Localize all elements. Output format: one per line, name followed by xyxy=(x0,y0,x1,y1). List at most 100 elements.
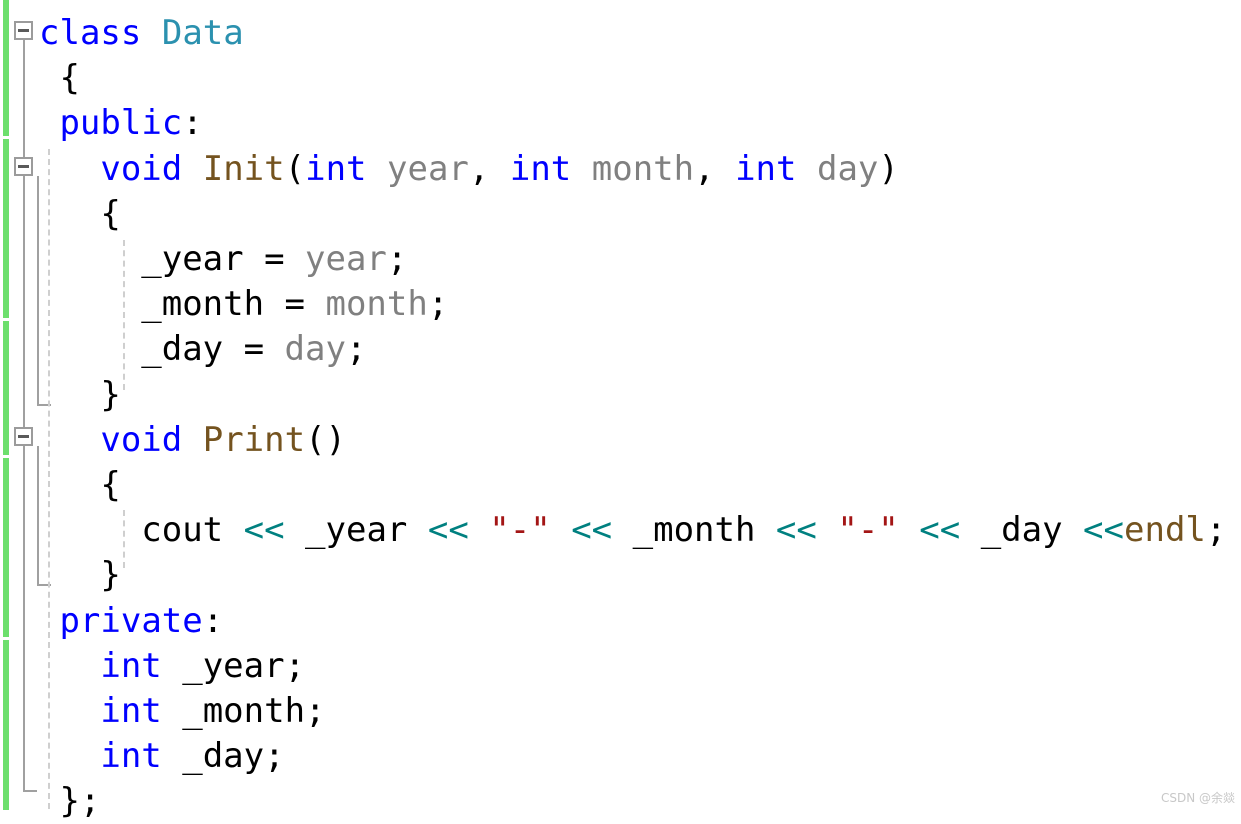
code-token: month xyxy=(325,284,428,325)
code-line[interactable]: int _day; xyxy=(100,734,284,779)
code-token: () xyxy=(305,419,347,460)
outline-scope-line-class xyxy=(23,40,25,157)
change-marker-bar xyxy=(3,640,9,810)
code-token: } xyxy=(100,374,121,415)
code-token: }; xyxy=(59,781,101,822)
code-line[interactable]: class Data xyxy=(39,11,244,56)
code-token: month xyxy=(591,148,695,189)
code-token: int xyxy=(735,148,797,189)
code-token: { xyxy=(100,193,121,234)
code-token: ; xyxy=(427,284,449,325)
code-token: _day xyxy=(960,510,1084,551)
code-token: "-" xyxy=(837,510,899,551)
code-token: << xyxy=(571,510,613,551)
code-token: cout xyxy=(141,510,244,551)
code-line[interactable]: { xyxy=(100,463,120,508)
code-token: ; xyxy=(386,239,408,279)
change-marker-bar xyxy=(3,0,9,136)
outline-scope-line-class xyxy=(23,176,25,792)
code-token: private xyxy=(59,600,203,641)
code-line[interactable]: _month = month; xyxy=(141,282,448,327)
code-line[interactable]: void Init(int year, int month, int day) xyxy=(100,147,899,192)
code-token: endl xyxy=(1124,510,1206,551)
code-line[interactable]: int _year; xyxy=(100,644,305,689)
code-token: , xyxy=(694,148,736,189)
code-line[interactable]: void Print() xyxy=(100,418,346,463)
code-line[interactable]: { xyxy=(59,56,79,101)
collapse-method-print-box[interactable] xyxy=(14,427,33,446)
code-line[interactable]: } xyxy=(100,373,120,418)
code-token: _year xyxy=(284,510,428,551)
code-token: << xyxy=(919,510,961,551)
indent-guide-level-2 xyxy=(123,510,127,568)
code-line[interactable]: int _month; xyxy=(100,689,325,734)
outline-scope-line-init xyxy=(37,176,39,406)
code-token: , xyxy=(468,148,510,189)
code-token: { xyxy=(100,465,121,505)
watermark: CSDN @余燚 xyxy=(1160,791,1235,805)
code-token: int xyxy=(100,691,162,731)
code-token: : xyxy=(202,600,224,641)
code-line[interactable]: _year = year; xyxy=(141,237,407,282)
code-token: Init xyxy=(202,148,285,189)
code-token: ( xyxy=(284,148,306,189)
code-token: Data xyxy=(161,13,244,53)
code-line[interactable]: cout << _year << "-" << _month << "-" <<… xyxy=(141,508,1226,553)
code-token: "-" xyxy=(489,510,551,551)
code-token: class xyxy=(39,13,142,53)
code-line[interactable]: _day = day; xyxy=(141,327,366,372)
code-token: int xyxy=(305,148,367,189)
code-token: _month xyxy=(612,510,776,551)
code-token: ; xyxy=(345,329,367,370)
code-token: int xyxy=(100,645,162,686)
change-marker-bar xyxy=(3,139,9,318)
code-token: int xyxy=(509,148,572,189)
code-line[interactable]: } xyxy=(100,553,120,598)
code-token: _day = xyxy=(141,329,285,370)
code-token: year xyxy=(387,148,469,189)
code-token: year xyxy=(305,239,387,279)
code-token: public xyxy=(59,103,183,144)
code-token: day xyxy=(284,329,346,370)
code-line[interactable]: public: xyxy=(59,101,202,146)
code-token: _year = xyxy=(141,239,306,279)
indent-guide-level-2 xyxy=(123,240,127,390)
change-marker-bar xyxy=(3,321,9,455)
code-token: << xyxy=(775,510,817,551)
outline-scope-line-print xyxy=(37,446,39,586)
collapse-method-init-box[interactable] xyxy=(14,157,33,176)
code-token: : xyxy=(182,103,203,144)
code-token: _day; xyxy=(161,736,285,777)
code-token: day xyxy=(816,148,879,189)
outline-scope-foot-class xyxy=(23,790,37,792)
code-token: ; xyxy=(1205,510,1227,551)
code-line[interactable]: { xyxy=(100,192,120,237)
code-token: << xyxy=(427,510,469,551)
code-token: Print xyxy=(202,419,306,460)
code-editor[interactable]: class Data{public: void Init(int year, in… xyxy=(0,0,1241,821)
code-token: void xyxy=(100,148,183,189)
indent-guide-level-1 xyxy=(48,149,52,809)
code-token: << xyxy=(243,510,285,551)
code-token: _month = xyxy=(141,284,326,325)
collapse-class-data-box[interactable] xyxy=(14,21,33,40)
code-token: ) xyxy=(878,148,899,189)
code-line[interactable]: }; xyxy=(59,779,100,824)
code-token: int xyxy=(100,736,162,777)
code-token: _year; xyxy=(161,645,306,686)
code-token: { xyxy=(59,58,80,99)
code-line[interactable]: private: xyxy=(59,599,223,644)
code-token: } xyxy=(100,555,121,596)
code-token: << xyxy=(1083,510,1124,551)
change-marker-bar xyxy=(3,458,9,637)
code-token: void xyxy=(100,419,183,460)
